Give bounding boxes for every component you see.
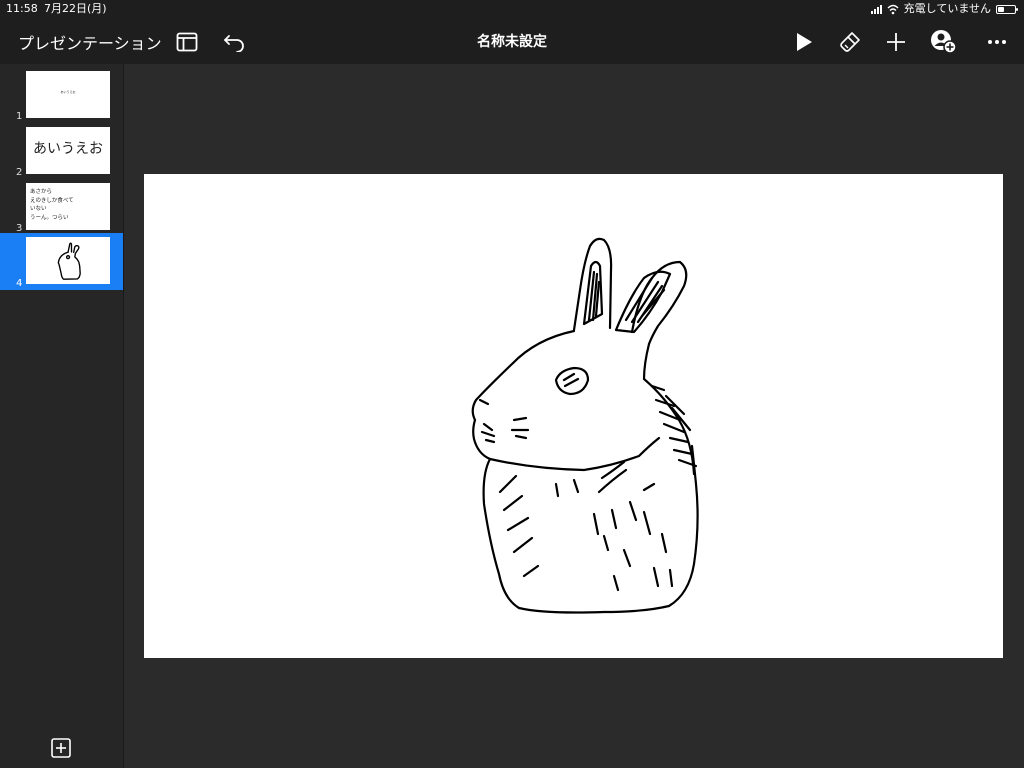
rabbit-drawing[interactable]	[144, 174, 1003, 658]
rabbit-eye-hatching	[562, 372, 580, 388]
status-bar: 11:58 7月22日(月) 充電していません	[0, 0, 1024, 18]
toolbar: プレゼンテーション 名称未設定	[0, 18, 1024, 64]
slide-thumbnail-image: あいうえお	[26, 127, 110, 174]
slide-thumbnail-image: あさから えのきしか食べて いない うーん。つらい	[26, 183, 110, 230]
slide-thumbnail-2[interactable]: 2 あいうえお	[0, 123, 123, 179]
more-icon[interactable]	[983, 28, 1011, 56]
wifi-icon	[887, 4, 899, 14]
slide-number: 2	[16, 167, 23, 178]
rabbit-thumbnail-drawing	[57, 242, 81, 280]
slide-thumbnail-3[interactable]: 3 あさから えのきしか食べて いない うーん。つらい	[0, 179, 123, 235]
slide-thumbnail-1[interactable]: 1 あいうえお	[0, 67, 123, 123]
thumbnail-line: えのきしか食べて	[30, 197, 74, 204]
status-date: 7月22日(月)	[44, 2, 107, 15]
status-indicators: 充電していません	[870, 0, 1018, 18]
sidebar-layout-icon[interactable]	[173, 28, 201, 56]
rabbit-whiskers	[480, 416, 530, 444]
slide-thumbnail-image: あいうえお	[26, 71, 110, 118]
undo-icon[interactable]	[220, 28, 248, 56]
thumbnail-line: あさから	[30, 189, 53, 195]
thumbnail-line: いない	[30, 206, 47, 212]
battery-fill	[998, 6, 1004, 12]
presentations-button[interactable]: プレゼンテーション	[18, 30, 162, 54]
rabbit-chin-line	[488, 436, 661, 472]
battery-icon	[996, 4, 1018, 14]
thumbnail-text-lines: あさから えのきしか食べて いない うーん。つらい	[30, 188, 74, 222]
format-brush-icon[interactable]	[836, 28, 864, 56]
rabbit-right-ear	[630, 260, 688, 346]
thumbnail-text: あいうえお	[60, 90, 76, 94]
slide-thumbnail-image	[26, 237, 110, 284]
rabbit-back-outline	[642, 342, 696, 476]
status-time: 11:58	[6, 2, 38, 15]
slide-navigator: 1 あいうえお 2 あいうえお 3 あさから えのきしか食べて いない うーん。…	[0, 64, 124, 768]
plus-icon[interactable]	[882, 28, 910, 56]
play-icon[interactable]	[790, 28, 818, 56]
slide-canvas[interactable]	[144, 174, 1003, 658]
thumbnail-line: うーん。つらい	[30, 214, 69, 221]
rabbit-back-fur	[650, 384, 698, 468]
add-collaborator-icon[interactable]	[930, 28, 958, 56]
rabbit-body-outline	[482, 444, 699, 614]
rabbit-body-fur	[498, 474, 674, 592]
slide-thumbnail-4[interactable]: 4	[0, 233, 123, 290]
rabbit-nose	[478, 398, 490, 406]
rabbit-right-ear-inner	[614, 270, 672, 334]
charging-status-text: 充電していません	[903, 2, 991, 15]
thumbnail-text: あいうえお	[33, 141, 103, 157]
slide-number: 1	[16, 111, 23, 122]
add-slide-icon[interactable]	[51, 738, 71, 758]
slide-number: 4	[16, 278, 23, 289]
signal-icon	[870, 4, 882, 14]
